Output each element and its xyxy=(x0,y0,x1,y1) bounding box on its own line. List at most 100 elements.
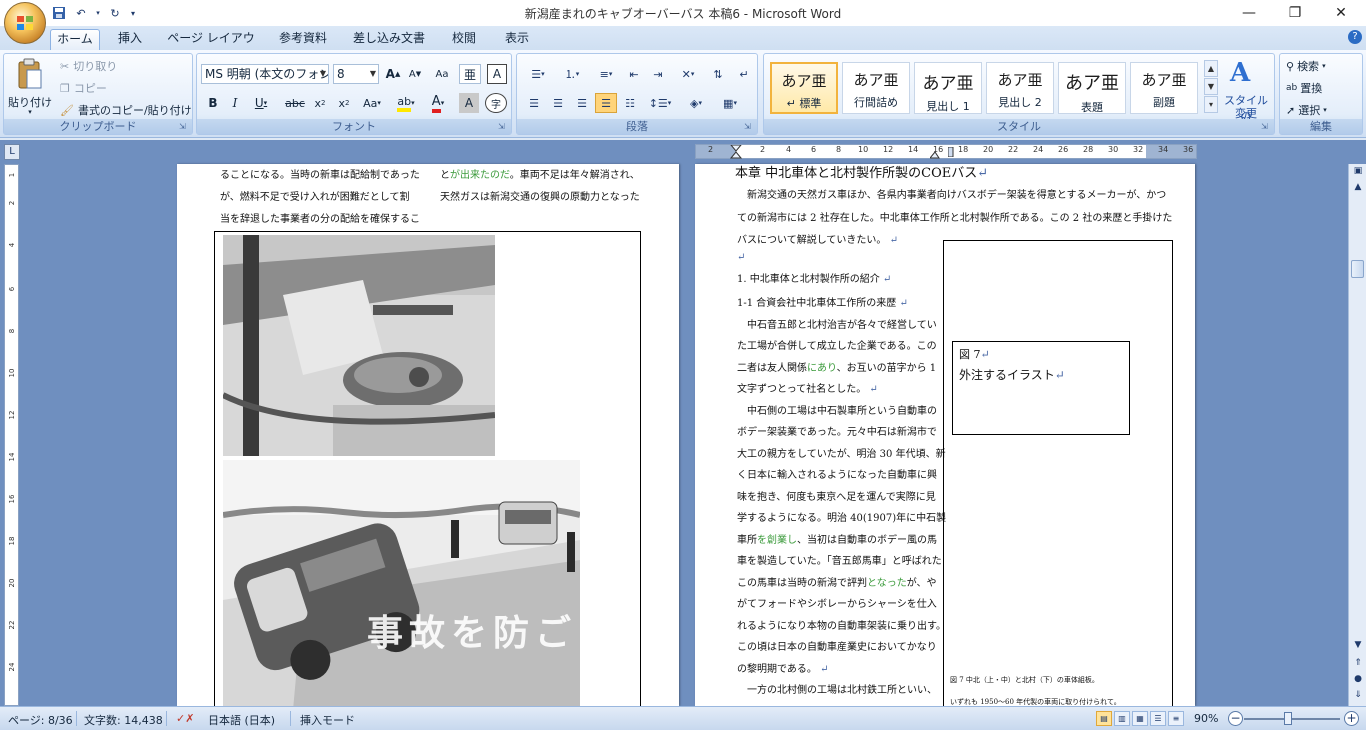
shrink-font-icon[interactable]: A ▼ xyxy=(405,64,425,84)
scroll-down-icon[interactable]: ▼ xyxy=(1352,640,1364,654)
next-page-icon[interactable]: ⇓ xyxy=(1352,690,1364,704)
multilevel-list-icon[interactable]: ≡ ▾ xyxy=(591,64,621,84)
paragraph-launcher-icon[interactable]: ⇲ xyxy=(744,122,754,132)
align-left-icon[interactable]: ☰ xyxy=(523,93,545,113)
bold-button[interactable]: B xyxy=(203,93,223,113)
draft-view-icon[interactable]: ≡ xyxy=(1168,711,1184,726)
justify-icon[interactable]: ☰ xyxy=(595,93,617,113)
language-status[interactable]: 日本語 (日本) xyxy=(208,712,275,728)
zoom-slider-track[interactable] xyxy=(1244,718,1340,720)
full-screen-reading-icon[interactable]: ▥ xyxy=(1114,711,1130,726)
photo-frame[interactable]: 事故を防ごう xyxy=(214,231,641,706)
ruler-toggle-icon[interactable]: ▣ xyxy=(1352,166,1364,180)
replace-button[interactable]: ab 置換 xyxy=(1286,80,1322,96)
bullets-icon[interactable]: ☰ ▾ xyxy=(523,64,553,84)
figure-placeholder-box[interactable]: 図 7↵ 外注するイラスト↵ xyxy=(952,341,1130,435)
zoom-out-icon[interactable]: − xyxy=(1228,711,1243,726)
column-marker[interactable] xyxy=(948,147,954,157)
superscript-button[interactable]: x2 xyxy=(333,93,355,113)
distributed-icon[interactable]: ☷ xyxy=(619,93,641,113)
vertical-ruler[interactable]: 1 2 4 6 8 10 12 14 16 18 20 22 24 xyxy=(4,164,19,706)
style-heading-2[interactable]: あア亜 見出し 2 xyxy=(986,62,1054,114)
style-normal[interactable]: あア亜 ↵ 標準 xyxy=(770,62,838,114)
clipboard-launcher-icon[interactable]: ⇲ xyxy=(179,122,189,132)
sort-icon[interactable]: ⇅ xyxy=(707,64,729,84)
hanging-indent-marker[interactable] xyxy=(930,149,940,159)
format-painter-button[interactable]: 🖌 書式のコピー/貼り付け xyxy=(60,102,192,118)
shading-icon[interactable]: ◈ ▾ xyxy=(681,93,711,113)
proofing-icon[interactable]: ✓✗ xyxy=(176,712,194,725)
font-size-combo[interactable]: 8 ▼ xyxy=(333,64,379,84)
help-icon[interactable]: ? xyxy=(1348,30,1362,44)
tab-selector[interactable]: L xyxy=(4,144,20,160)
show-marks-icon[interactable]: ↵ xyxy=(733,64,755,84)
highlight-color-button[interactable]: ab ▾ xyxy=(391,93,421,113)
page-right[interactable]: 本章 中北車体と北村製作所製のCOEバス↵ 新潟交通の天然ガス車ほか、各県内事業… xyxy=(695,164,1195,706)
borders-icon[interactable]: ▦ ▾ xyxy=(715,93,745,113)
select-browse-object-icon[interactable]: ● xyxy=(1352,674,1364,688)
increase-indent-icon[interactable]: ⇥ xyxy=(647,64,669,84)
change-case-button[interactable]: Aa ▾ xyxy=(357,93,387,113)
scroll-up-icon[interactable]: ▲ xyxy=(1352,182,1364,196)
tab-page-layout[interactable]: ページ レイアウト xyxy=(164,29,258,64)
styles-launcher-icon[interactable]: ⇲ xyxy=(1261,122,1271,132)
change-styles-button[interactable]: A スタイルの 変更 xyxy=(1220,56,1272,123)
line-spacing-icon[interactable]: ↕☰ ▾ xyxy=(645,93,675,113)
styles-scroll-down-icon[interactable]: ▼ xyxy=(1204,78,1218,95)
close-button[interactable]: ✕ xyxy=(1318,0,1364,26)
font-color-button[interactable]: A ▾ xyxy=(423,93,453,113)
zoom-slider-thumb[interactable] xyxy=(1284,712,1292,725)
tab-home[interactable]: ホーム xyxy=(50,29,100,50)
minimize-button[interactable]: — xyxy=(1226,0,1272,26)
maximize-button[interactable]: ❐ xyxy=(1272,0,1318,26)
styles-scroll-up-icon[interactable]: ▲ xyxy=(1204,60,1218,77)
style-heading-1[interactable]: あア亜 見出し 1 xyxy=(914,62,982,114)
vertical-scrollbar[interactable]: ▣ ▲ ▼ ⇑ ● ⇓ xyxy=(1348,164,1366,706)
enclose-characters-icon[interactable]: 字 xyxy=(485,93,507,113)
align-right-icon[interactable]: ☰ xyxy=(571,93,593,113)
zoom-level[interactable]: 90% xyxy=(1194,712,1218,725)
tab-view[interactable]: 表示 xyxy=(496,29,538,50)
word-count[interactable]: 文字数: 14,438 xyxy=(84,712,163,728)
print-layout-view-icon[interactable]: ▤ xyxy=(1096,711,1112,726)
grow-font-icon[interactable]: A ▲ xyxy=(383,64,403,84)
character-border-icon[interactable]: A xyxy=(487,64,507,84)
italic-button[interactable]: I xyxy=(225,93,245,113)
character-shading-icon[interactable]: A xyxy=(459,93,479,113)
scroll-thumb[interactable] xyxy=(1351,260,1364,278)
styles-more-icon[interactable]: ▾ xyxy=(1204,96,1218,113)
font-launcher-icon[interactable]: ⇲ xyxy=(498,122,508,132)
previous-page-icon[interactable]: ⇑ xyxy=(1352,658,1364,672)
numbering-icon[interactable]: ⒈ ▾ xyxy=(557,64,587,84)
zoom-in-icon[interactable]: + xyxy=(1344,711,1359,726)
strikethrough-button[interactable]: abc xyxy=(283,93,307,113)
copy-button[interactable]: ❐ コピー xyxy=(60,80,107,96)
underline-button[interactable]: U ▾ xyxy=(247,93,275,113)
find-button[interactable]: ⚲ 検索 ▾ xyxy=(1286,58,1326,74)
outline-view-icon[interactable]: ☰ xyxy=(1150,711,1166,726)
select-button[interactable]: ➚ 選択 ▾ xyxy=(1286,102,1327,118)
style-no-spacing[interactable]: あア亜 行間詰め xyxy=(842,62,910,114)
office-button[interactable] xyxy=(4,2,46,44)
page-left[interactable]: ることになる。当時の新車は配給制であった が、燃料不足で受け入れが困難だとして割… xyxy=(177,164,679,706)
horizontal-ruler[interactable]: 2 2 4 6 8 10 12 14 16 18 20 22 24 26 28 … xyxy=(695,144,1197,159)
first-line-indent-marker[interactable] xyxy=(730,145,742,159)
paste-button[interactable]: 貼り付け ▾ xyxy=(8,56,52,118)
figure-frame[interactable]: 図 7↵ 外注するイラスト↵ 図 7 中北（上・中）と北村（下）の車体組板。 い… xyxy=(943,240,1173,706)
phonetic-guide-icon[interactable]: 亜 xyxy=(459,64,481,84)
tab-mailings[interactable]: 差し込み文書 xyxy=(346,29,432,50)
style-title[interactable]: あア亜 表題 xyxy=(1058,62,1126,114)
subscript-button[interactable]: x2 xyxy=(309,93,331,113)
insert-mode-status[interactable]: 挿入モード xyxy=(300,712,355,728)
cut-button[interactable]: ✂ 切り取り xyxy=(60,58,117,74)
text-direction-icon[interactable]: ✕ ▾ xyxy=(673,64,703,84)
tab-insert[interactable]: 挿入 xyxy=(108,29,152,50)
clear-formatting-icon[interactable]: Aa xyxy=(431,64,453,84)
page-count[interactable]: ページ: 8/36 xyxy=(8,712,73,728)
decrease-indent-icon[interactable]: ⇤ xyxy=(623,64,645,84)
style-subtitle[interactable]: あア亜 副題 xyxy=(1130,62,1198,114)
web-layout-icon[interactable]: ▦ xyxy=(1132,711,1148,726)
tab-references[interactable]: 参考資料 xyxy=(270,29,336,50)
tab-review[interactable]: 校閲 xyxy=(444,29,484,50)
font-name-combo[interactable]: MS 明朝 (本文のフォン ▼ xyxy=(201,64,329,84)
